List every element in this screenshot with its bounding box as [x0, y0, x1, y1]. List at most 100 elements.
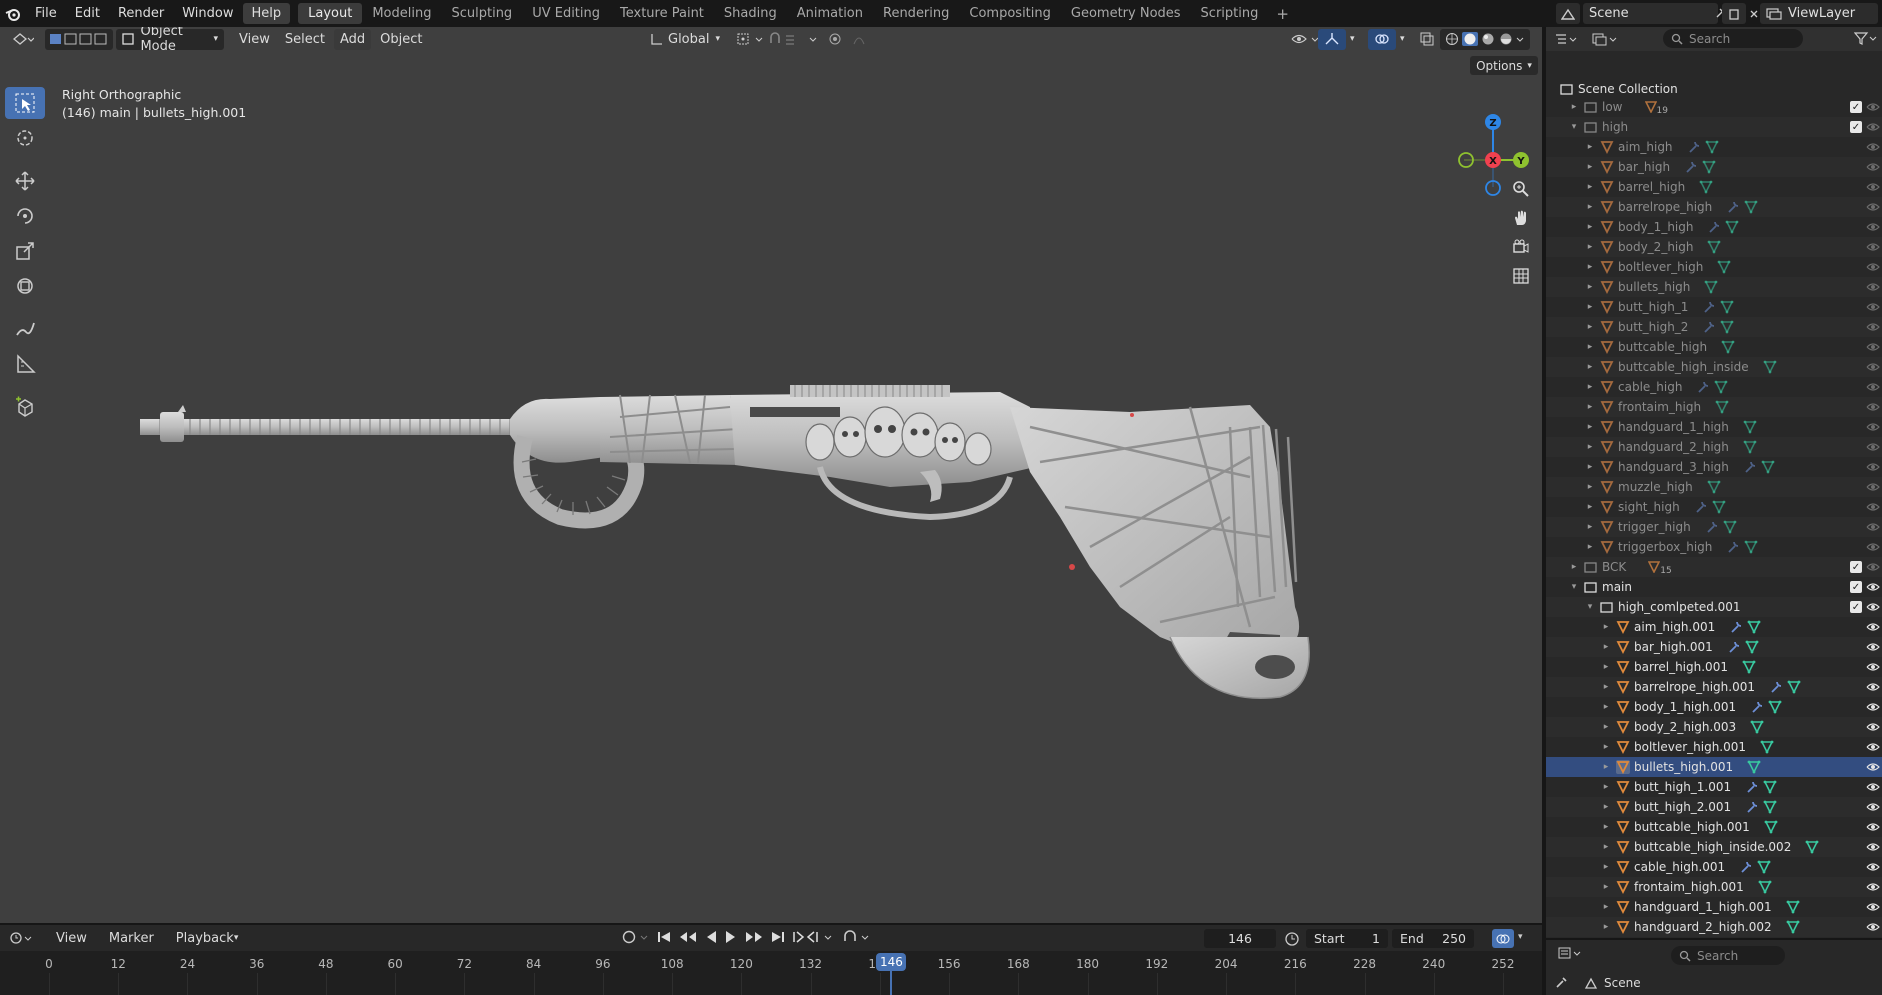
outliner-object-row[interactable]: ▸ buttcable_high.001 [1546, 817, 1882, 837]
chevron-right-icon[interactable]: ▸ [1584, 342, 1596, 352]
chevron-right-icon[interactable]: ▸ [1568, 562, 1580, 572]
outliner-object-row[interactable]: ▸ boltlever_high [1546, 257, 1882, 277]
visibility-eye-icon[interactable] [1866, 182, 1880, 192]
measure-tool-icon[interactable] [5, 348, 45, 380]
outliner-object-row[interactable]: ▸ butt_high_2.001 [1546, 797, 1882, 817]
mesh-data-icon[interactable] [1768, 700, 1782, 714]
display-mode-icon[interactable] [1592, 32, 1622, 46]
menu-window[interactable]: Window [173, 3, 242, 24]
record-icon[interactable] [620, 929, 650, 945]
visibility-eye-icon[interactable] [1866, 502, 1880, 512]
modifier-wrench-icon[interactable] [1743, 460, 1757, 474]
tab-scripting[interactable]: Scripting [1191, 3, 1269, 24]
viewport-menu-view[interactable]: View [233, 29, 276, 50]
outliner-object-row[interactable]: ▸ body_2_high [1546, 237, 1882, 257]
tab-modeling[interactable]: Modeling [362, 3, 441, 24]
area-separator[interactable] [0, 923, 1542, 925]
mesh-data-icon[interactable] [1743, 440, 1757, 454]
keyframe-nav-icons[interactable] [792, 929, 836, 945]
modifier-wrench-icon[interactable] [1694, 500, 1708, 514]
chevron-right-icon[interactable]: ▸ [1584, 422, 1596, 432]
mesh-data-icon[interactable] [1714, 380, 1728, 394]
properties-editor-type-icon[interactable] [1558, 946, 1584, 964]
editor-type-icon[interactable] [6, 29, 40, 50]
visibility-eye-icon[interactable] [1866, 782, 1880, 792]
chevron-right-icon[interactable]: ▸ [1600, 662, 1612, 672]
visibility-eye-icon[interactable] [1866, 922, 1880, 932]
visibility-eye-icon[interactable] [1866, 642, 1880, 652]
mesh-data-icon[interactable] [1747, 760, 1761, 774]
chevron-down-icon[interactable]: ▾ [1584, 602, 1596, 612]
exclude-checkbox[interactable]: ✓ [1850, 121, 1862, 133]
tool-settings-icon[interactable] [1546, 976, 1576, 990]
mesh-data-icon[interactable] [1805, 840, 1819, 854]
chevron-right-icon[interactable]: ▸ [1584, 502, 1596, 512]
outliner-object-row[interactable]: ▸ barrel_high [1546, 177, 1882, 197]
modifier-wrench-icon[interactable] [1707, 220, 1721, 234]
visibility-eye-icon[interactable] [1866, 742, 1880, 752]
outliner-object-row[interactable]: ▸ buttcable_high_inside.002 [1546, 837, 1882, 857]
modifier-wrench-icon[interactable] [1769, 680, 1783, 694]
mesh-data-icon[interactable] [1745, 640, 1759, 654]
chevron-right-icon[interactable]: ▸ [1584, 142, 1596, 152]
mesh-data-icon[interactable] [1786, 920, 1800, 934]
visibility-eye-icon[interactable] [1866, 602, 1880, 612]
mesh-data-icon[interactable] [1747, 620, 1761, 634]
timeline-editor-type-icon[interactable] [10, 931, 36, 945]
mesh-data-icon[interactable] [1720, 320, 1734, 334]
visibility-eye-icon[interactable] [1866, 702, 1880, 712]
visibility-eye-icon[interactable] [1866, 162, 1880, 172]
outliner-object-row[interactable]: ▸ handguard_2_high.002 [1546, 917, 1882, 937]
chevron-right-icon[interactable]: ▸ [1600, 762, 1612, 772]
outliner-object-row[interactable]: ▸ cable_high [1546, 377, 1882, 397]
outliner-collection-row[interactable]: ▸ low 19 ✓ [1546, 97, 1882, 117]
menu-edit[interactable]: Edit [66, 3, 109, 24]
modifier-wrench-icon[interactable] [1739, 860, 1753, 874]
outliner-object-row[interactable]: ▸ frontaim_high [1546, 397, 1882, 417]
tab-layout[interactable]: Layout [298, 3, 363, 24]
modifier-wrench-icon[interactable] [1726, 200, 1740, 214]
outliner-collection-row[interactable]: ▾ main ✓ [1546, 577, 1882, 597]
add-cube-tool-icon[interactable] [5, 391, 45, 423]
mesh-data-icon[interactable] [1712, 500, 1726, 514]
outliner-object-row[interactable]: ▸ handguard_3_high [1546, 457, 1882, 477]
mesh-data-icon[interactable] [1720, 300, 1734, 314]
exclude-checkbox[interactable]: ✓ [1850, 581, 1862, 593]
chevron-right-icon[interactable]: ▸ [1600, 642, 1612, 652]
outliner-object-row[interactable]: ▸ handguard_2_high [1546, 437, 1882, 457]
visibility-eye-icon[interactable] [1866, 682, 1880, 692]
visibility-eye-icon[interactable] [1866, 422, 1880, 432]
visibility-eye-icon[interactable] [1866, 102, 1880, 112]
mode-dropdown[interactable]: Object Mode ▾ [116, 27, 224, 54]
playhead[interactable]: 146 [876, 953, 907, 971]
gizmo-toggle-icon[interactable] [1318, 28, 1346, 50]
outliner-object-row[interactable]: ▸ boltlever_high.001 [1546, 737, 1882, 757]
chevron-right-icon[interactable]: ▸ [1584, 522, 1596, 532]
transform-tool-icon[interactable] [5, 270, 45, 302]
modifier-wrench-icon[interactable] [1687, 140, 1701, 154]
outliner-object-row[interactable]: ▸ butt_high_1 [1546, 297, 1882, 317]
outliner-object-row[interactable]: ▸ buttcable_high_inside [1546, 357, 1882, 377]
visibility-eye-icon[interactable] [1866, 582, 1880, 592]
outliner-object-row[interactable]: ▸ bullets_high [1546, 277, 1882, 297]
play-reverse-icon[interactable] [704, 929, 718, 945]
modifier-wrench-icon[interactable] [1729, 620, 1743, 634]
tab-texture-paint[interactable]: Texture Paint [610, 3, 714, 24]
mesh-data-icon[interactable] [1758, 880, 1772, 894]
annotate-tool-icon[interactable] [5, 313, 45, 345]
viewport-menu-select[interactable]: Select [279, 29, 331, 50]
chevron-right-icon[interactable]: ▸ [1584, 262, 1596, 272]
mesh-data-icon[interactable] [1763, 780, 1777, 794]
area-separator[interactable] [1542, 27, 1546, 995]
chevron-right-icon[interactable]: ▸ [1600, 842, 1612, 852]
chevron-right-icon[interactable]: ▸ [1600, 882, 1612, 892]
mesh-data-icon[interactable] [1744, 540, 1758, 554]
chevron-down-icon[interactable]: ▾ [1568, 582, 1580, 592]
visibility-eye-icon[interactable] [1866, 542, 1880, 552]
sync-overlay-icon[interactable] [1492, 929, 1514, 948]
auto-keying-icon[interactable] [842, 929, 872, 945]
mesh-data-icon[interactable] [1761, 460, 1775, 474]
visibility-eye-icon[interactable] [1866, 462, 1880, 472]
mesh-data-icon[interactable] [1763, 360, 1777, 374]
visibility-eye-icon[interactable] [1866, 282, 1880, 292]
